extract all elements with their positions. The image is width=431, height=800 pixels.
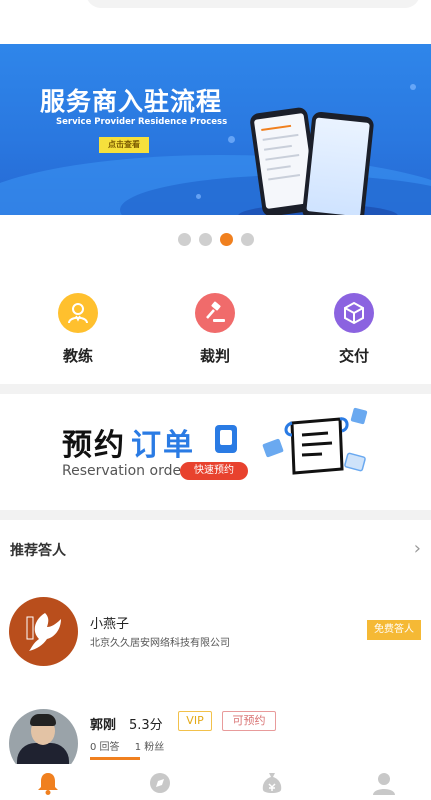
search-bar[interactable] [86,0,420,8]
compass-icon [150,773,170,793]
banner-subtitle: Service Provider Residence Process [56,117,228,127]
active-underline [90,757,140,760]
avatar [9,597,78,666]
reservation-subtitle: Reservation order [62,463,187,479]
category-judge[interactable]: 裁判 [175,293,255,366]
answerer-name: 郭刚 [90,718,117,733]
scroll-document-icon [262,407,368,475]
pager-dot-active[interactable] [219,233,233,246]
tab-discover[interactable] [147,770,173,796]
reservation-title: 预约 [62,428,126,463]
decor-dot [196,194,201,199]
bell-icon [38,773,58,795]
fan-count: 1 粉丝 [134,742,165,753]
phone-illustration [301,111,375,215]
category-label: 交付 [338,347,369,365]
pager-dot[interactable] [240,233,254,246]
money-bag-icon [262,773,282,793]
banner-carousel[interactable]: 服务商入驻流程 Service Provider Residence Proce… [0,44,431,215]
phone-icon [215,425,237,453]
carousel-pager [0,233,431,247]
tab-profile[interactable] [371,770,397,796]
answerer-score: 5.3分 [129,718,163,733]
bottom-tab-bar [0,764,431,800]
swallow-logo-icon [26,613,61,651]
answerer-name: 小燕子 [90,617,130,632]
decor-dot [410,84,416,90]
coach-icon [58,293,98,333]
user-icon [373,773,395,795]
tab-earnings[interactable] [259,770,285,796]
answerer-company: 北京久久居安网络科技有限公司 [90,638,230,649]
answerer-stats: 0 回答 1 粉丝 [90,738,176,753]
section-divider [0,384,431,394]
bookable-tag[interactable]: 可预约 [222,711,276,731]
tab-notifications[interactable] [35,770,61,796]
answer-count: 0 回答 [90,742,120,753]
delivery-icon [334,293,374,333]
category-coach[interactable]: 教练 [38,293,118,366]
category-label: 裁判 [199,347,230,365]
chevron-right-icon[interactable]: › [414,538,421,559]
section-title: 推荐答人 [10,543,66,559]
decor-dot [228,136,235,143]
free-answer-badge: 免费答人 [367,620,421,640]
banner-title: 服务商入驻流程 [40,87,223,116]
section-divider [0,510,431,520]
category-label: 教练 [62,347,93,365]
judge-icon [195,293,235,333]
pager-dot[interactable] [177,233,191,246]
quick-reserve-button[interactable]: 快速预约 [180,462,248,480]
category-delivery[interactable]: 交付 [314,293,394,366]
reservation-title-highlight: 订单 [131,428,195,463]
vip-tag: VIP [178,711,212,731]
pager-dot[interactable] [198,233,212,246]
banner-view-button[interactable]: 点击查看 [99,137,149,153]
